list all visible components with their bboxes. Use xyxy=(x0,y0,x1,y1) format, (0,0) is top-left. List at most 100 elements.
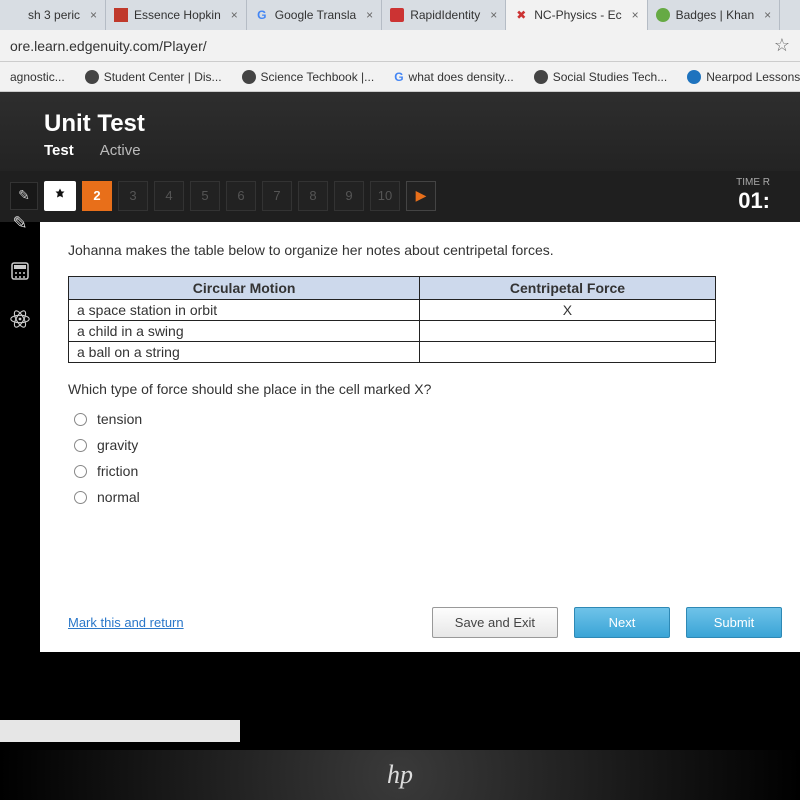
laptop-bezel: hp xyxy=(0,750,800,800)
qnum-6[interactable]: 6 xyxy=(226,181,256,211)
table-cell xyxy=(420,321,715,342)
tab-label: RapidIdentity xyxy=(410,8,480,22)
favicon-5 xyxy=(656,8,670,22)
browser-tabs: sh 3 peric× Essence Hopkin × G Google Tran… xyxy=(0,0,800,30)
submit-button[interactable]: Submit xyxy=(686,607,782,638)
tab-2[interactable]: G Google Transla × xyxy=(247,0,382,30)
option-label: friction xyxy=(97,463,138,479)
table-row: a ball on a string xyxy=(69,342,716,363)
bookmark-label: agnostic... xyxy=(10,70,65,84)
star-icon[interactable]: ☆ xyxy=(774,35,790,56)
timer-label: TIME R xyxy=(736,177,770,188)
option-label: normal xyxy=(97,489,140,505)
tab-test[interactable]: Test xyxy=(44,142,74,159)
radio-icon[interactable] xyxy=(74,439,87,452)
option-friction[interactable]: friction xyxy=(74,463,772,479)
follow-prompt: Which type of force should she place in … xyxy=(68,381,772,397)
app-header: Unit Test Test Active ✎ 2 3 4 5 6 7 8 9 … xyxy=(0,92,800,222)
tab-label: Badges | Khan xyxy=(676,8,755,22)
timer-value: 01: xyxy=(736,188,770,214)
option-label: gravity xyxy=(97,437,138,453)
close-icon[interactable]: × xyxy=(366,8,373,22)
bookmark-label: Science Techbook |... xyxy=(261,70,375,84)
table-header-row: Circular Motion Centripetal Force xyxy=(69,277,716,300)
tab-0[interactable]: sh 3 peric× xyxy=(0,0,106,30)
radio-icon[interactable] xyxy=(74,491,87,504)
favicon-1 xyxy=(114,8,128,22)
bookmark-label: what does density... xyxy=(409,70,514,84)
qnum-10[interactable]: 10 xyxy=(370,181,400,211)
favicon-2: G xyxy=(255,8,269,22)
taskbar-fragment xyxy=(0,720,240,742)
page-title: Unit Test xyxy=(44,110,770,138)
flag-button[interactable] xyxy=(44,181,76,211)
close-icon[interactable]: × xyxy=(231,8,238,22)
favicon-0 xyxy=(8,8,22,22)
bookmark-0[interactable]: agnostic... xyxy=(10,70,65,84)
question-prompt: Johanna makes the table below to organiz… xyxy=(68,242,772,258)
qnum-5[interactable]: 5 xyxy=(190,181,220,211)
bookmark-label: Student Center | Dis... xyxy=(104,70,222,84)
table-header: Centripetal Force xyxy=(420,277,715,300)
bookmark-5[interactable]: Nearpod Lessons:... xyxy=(687,70,800,84)
nearpod-icon xyxy=(687,70,701,84)
table-cell: X xyxy=(420,300,715,321)
close-icon[interactable]: × xyxy=(90,8,97,22)
table-cell: a ball on a string xyxy=(69,342,420,363)
radio-icon[interactable] xyxy=(74,413,87,426)
qnum-8[interactable]: 8 xyxy=(298,181,328,211)
url-text: ore.learn.edgenuity.com/Player/ xyxy=(10,38,207,54)
atom-icon[interactable] xyxy=(7,306,33,332)
bookmark-1[interactable]: Student Center | Dis... xyxy=(85,70,222,84)
option-label: tension xyxy=(97,411,142,427)
mark-and-return-link[interactable]: Mark this and return xyxy=(68,615,184,630)
pencil-icon[interactable]: ✎ xyxy=(10,182,38,210)
tab-active[interactable]: Active xyxy=(100,142,141,159)
option-normal[interactable]: normal xyxy=(74,489,772,505)
close-icon[interactable]: × xyxy=(764,8,771,22)
tab-5[interactable]: Badges | Khan × xyxy=(648,0,781,30)
timer: TIME R 01: xyxy=(736,177,770,214)
hp-logo: hp xyxy=(387,760,413,790)
close-icon[interactable]: × xyxy=(632,8,639,22)
address-bar[interactable]: ore.learn.edgenuity.com/Player/ ☆ xyxy=(0,30,800,62)
tab-label: Essence Hopkin xyxy=(134,8,221,22)
globe-icon xyxy=(534,70,548,84)
tab-3[interactable]: RapidIdentity × xyxy=(382,0,506,30)
table-row: a space station in orbit X xyxy=(69,300,716,321)
close-icon[interactable]: × xyxy=(490,8,497,22)
option-tension[interactable]: tension xyxy=(74,411,772,427)
bookmark-3[interactable]: Gwhat does density... xyxy=(394,70,514,84)
qnum-7[interactable]: 7 xyxy=(262,181,292,211)
calculator-icon[interactable] xyxy=(7,258,33,284)
next-arrow-button[interactable]: ▶ xyxy=(406,181,436,211)
sub-tabs: Test Active xyxy=(0,142,800,171)
radio-icon[interactable] xyxy=(74,465,87,478)
tab-4[interactable]: ✖NC-Physics - Ec× xyxy=(506,0,647,30)
hand-icon xyxy=(51,187,69,205)
qnum-3[interactable]: 3 xyxy=(118,181,148,211)
question-content: Johanna makes the table below to organiz… xyxy=(40,222,800,652)
qnum-2[interactable]: 2 xyxy=(82,181,112,211)
bookmark-label: Social Studies Tech... xyxy=(553,70,668,84)
globe-icon xyxy=(85,70,99,84)
option-gravity[interactable]: gravity xyxy=(74,437,772,453)
table-row: a child in a swing xyxy=(69,321,716,342)
notes-table: Circular Motion Centripetal Force a spac… xyxy=(68,276,716,363)
save-and-exit-button[interactable]: Save and Exit xyxy=(432,607,558,638)
qnum-4[interactable]: 4 xyxy=(154,181,184,211)
bookmark-label: Nearpod Lessons:... xyxy=(706,70,800,84)
tab-1[interactable]: Essence Hopkin × xyxy=(106,0,247,30)
next-button[interactable]: Next xyxy=(574,607,670,638)
tab-label: Google Transla xyxy=(275,8,356,22)
footer: Mark this and return Save and Exit Next … xyxy=(68,607,782,638)
qnum-9[interactable]: 9 xyxy=(334,181,364,211)
bookmark-4[interactable]: Social Studies Tech... xyxy=(534,70,668,84)
pencil-tool-icon[interactable]: ✎ xyxy=(7,210,33,236)
tab-label: NC-Physics - Ec xyxy=(534,8,621,22)
tool-column: ✎ xyxy=(0,210,40,332)
bookmark-2[interactable]: Science Techbook |... xyxy=(242,70,375,84)
table-cell: a space station in orbit xyxy=(69,300,420,321)
table-cell xyxy=(420,342,715,363)
globe-icon xyxy=(242,70,256,84)
